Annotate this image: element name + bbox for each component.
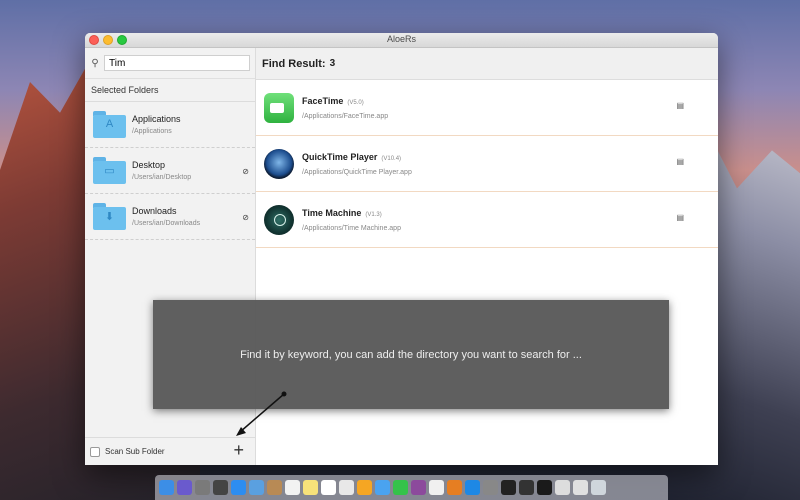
reminders-icon[interactable] bbox=[321, 480, 336, 495]
folder-icon: ▭ bbox=[93, 157, 126, 184]
app-version: (V5.0) bbox=[347, 99, 364, 106]
app-path: /Applications/Time Machine.app bbox=[302, 224, 401, 232]
app-version: (V1.3) bbox=[365, 211, 382, 218]
facetime-dock-icon[interactable] bbox=[393, 480, 408, 495]
launchpad-icon[interactable] bbox=[195, 480, 210, 495]
notes-icon[interactable] bbox=[303, 480, 318, 495]
console-icon[interactable] bbox=[519, 480, 534, 495]
folder-name: Applications bbox=[132, 114, 181, 124]
folder-name: Downloads bbox=[132, 206, 177, 216]
app-path: /Applications/QuickTime Player.app bbox=[302, 168, 412, 176]
app-path: /Applications/FaceTime.app bbox=[302, 112, 389, 120]
timemachine-icon bbox=[264, 204, 294, 235]
folder-icon: A bbox=[93, 111, 126, 138]
quicktime-icon bbox=[264, 148, 294, 179]
trash-icon[interactable] bbox=[591, 480, 606, 495]
folder-item-applications[interactable]: A Applications /Applications bbox=[85, 102, 255, 148]
result-row[interactable]: Time Machine (V1.3) /Applications/Time Ma… bbox=[256, 192, 718, 248]
remove-folder-icon[interactable]: ⊘ bbox=[242, 213, 249, 222]
app-name: FaceTime bbox=[302, 95, 344, 106]
safari-icon[interactable] bbox=[231, 480, 246, 495]
activity-monitor-icon[interactable] bbox=[537, 480, 552, 495]
folder-icon: ⬇ bbox=[93, 203, 126, 230]
facetime-icon bbox=[264, 92, 294, 123]
result-header: Find Result: 3 bbox=[256, 48, 718, 80]
add-folder-icon[interactable]: + bbox=[233, 440, 244, 460]
aloers-icon[interactable] bbox=[555, 480, 570, 495]
folder-path: /Users/ian/Desktop bbox=[132, 174, 192, 181]
folder-name: Desktop bbox=[132, 160, 166, 170]
dock bbox=[155, 475, 668, 500]
folder-path: /Applications bbox=[132, 128, 172, 135]
messages-icon[interactable] bbox=[375, 480, 390, 495]
result-row[interactable]: QuickTime Player (V10.4) /Applications/Qu… bbox=[256, 136, 718, 192]
sidebar-footer: Scan Sub Folder + bbox=[85, 437, 255, 465]
app-name: QuickTime Player bbox=[302, 151, 378, 162]
result-row[interactable]: FaceTime (V5.0) /Applications/FaceTime.ap… bbox=[256, 80, 718, 136]
photos-icon[interactable] bbox=[357, 480, 372, 495]
maps-icon[interactable] bbox=[339, 480, 354, 495]
result-count: 3 bbox=[329, 58, 336, 69]
pointer-arrow-icon bbox=[236, 391, 287, 436]
app-version: (V10.4) bbox=[381, 155, 402, 162]
mail-icon[interactable] bbox=[249, 480, 264, 495]
documents-folder-icon[interactable] bbox=[573, 480, 588, 495]
itunes-icon[interactable] bbox=[429, 480, 444, 495]
scan-sub-folder-label: Scan Sub Folder bbox=[105, 447, 165, 456]
window-title: AloeRs bbox=[386, 34, 416, 44]
app-name: Time Machine bbox=[302, 207, 362, 218]
reveal-in-finder-icon[interactable]: ▤ bbox=[676, 101, 684, 110]
scan-sub-folder-checkbox[interactable] bbox=[90, 446, 100, 457]
title-bar[interactable]: AloeRs bbox=[85, 33, 718, 48]
mission-control-icon[interactable] bbox=[213, 480, 228, 495]
siri-icon[interactable] bbox=[177, 480, 192, 495]
photo-booth-icon[interactable] bbox=[411, 480, 426, 495]
search-bar: ⚲ bbox=[85, 48, 255, 79]
folder-item-downloads[interactable]: ⬇ Downloads /Users/ian/Downloads ⊘ bbox=[85, 194, 255, 240]
remove-folder-icon[interactable]: ⊘ bbox=[242, 167, 249, 176]
search-input[interactable] bbox=[104, 55, 250, 71]
folder-path: /Users/ian/Downloads bbox=[132, 220, 201, 227]
selected-folders-heading: Selected Folders bbox=[85, 79, 255, 102]
reveal-in-finder-icon[interactable]: ▤ bbox=[676, 157, 684, 166]
calendar-icon[interactable] bbox=[285, 480, 300, 495]
app-store-icon[interactable] bbox=[465, 480, 480, 495]
ibooks-icon[interactable] bbox=[447, 480, 462, 495]
result-label: Find Result: bbox=[262, 57, 326, 70]
tutorial-text: Find it by keyword, you can add the dire… bbox=[240, 348, 582, 361]
folder-item-desktop[interactable]: ▭ Desktop /Users/ian/Desktop ⊘ bbox=[85, 148, 255, 194]
system-preferences-icon[interactable] bbox=[483, 480, 498, 495]
terminal-icon[interactable] bbox=[501, 480, 516, 495]
search-icon: ⚲ bbox=[91, 57, 99, 69]
reveal-in-finder-icon[interactable]: ▤ bbox=[676, 213, 684, 222]
contacts-icon[interactable] bbox=[267, 480, 282, 495]
finder-icon[interactable] bbox=[159, 480, 174, 495]
